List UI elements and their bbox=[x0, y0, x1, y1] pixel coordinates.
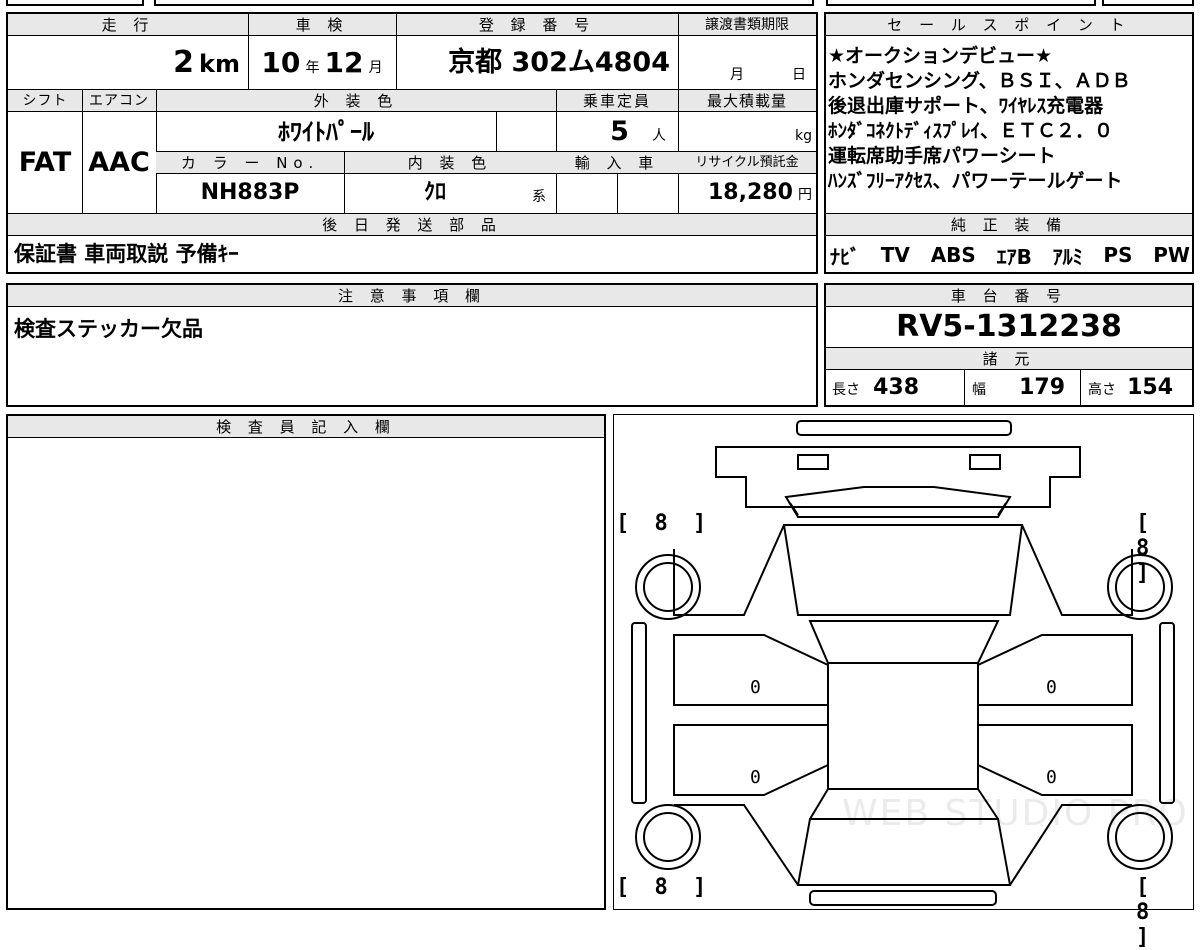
aircon-value: AAC bbox=[88, 147, 150, 178]
registration-number: 京都 302ム4804 bbox=[448, 47, 670, 78]
header-color-no: カ ラ ー No. bbox=[156, 152, 344, 174]
header-registration: 登 録 番 号 bbox=[396, 14, 678, 36]
header-recycle: リサイクル預託金 bbox=[678, 152, 816, 174]
equipment-list: ﾅﾋﾞ TV ABS ｴｱB ｱﾙﾐ PS PW bbox=[830, 238, 1190, 272]
transfer-deadline-value: 月 日 bbox=[730, 67, 806, 83]
spec-length: 長さ 438 bbox=[832, 375, 920, 400]
shift-value: FAT bbox=[18, 147, 72, 178]
header-mileage: 走 行 bbox=[8, 14, 248, 36]
sales-point: 運転席助手席パワーシート bbox=[828, 145, 1056, 167]
spec-height: 高さ 154 bbox=[1088, 375, 1174, 400]
header-specs: 諸 元 bbox=[826, 348, 1192, 370]
capacity-value: 5 人 bbox=[610, 116, 666, 147]
car-diagram-box: [ 8 ] [ 8 ] [ 8 ] [ 8 ] 0 0 0 0 WEB STUD… bbox=[613, 414, 1194, 950]
header-sales-points: セ ー ル ス ポ イ ン ト bbox=[826, 14, 1192, 36]
tire-rear-left-grade: [ 8 ] bbox=[616, 875, 713, 900]
color-no-value: NH883P bbox=[200, 180, 300, 205]
top-strip bbox=[6, 0, 1194, 7]
sales-point: ★オークションデビュー★ bbox=[828, 45, 1053, 67]
recycle-value: 18,280 円 bbox=[708, 180, 812, 205]
inspector-box: 検 査 員 記 入 欄 bbox=[6, 414, 606, 910]
notes-text: 検査ステッカー欠品 bbox=[14, 317, 203, 341]
header-inspection: 車 検 bbox=[248, 14, 396, 36]
header-notes: 注 意 事 項 欄 bbox=[8, 285, 816, 307]
chassis-box: 車 台 番 号 RV5-1312238 諸 元 長さ 438 幅 179 高さ … bbox=[824, 283, 1194, 407]
header-chassis-no: 車 台 番 号 bbox=[826, 285, 1192, 307]
equipment-item: ABS bbox=[930, 243, 976, 267]
header-max-load: 最大積載量 bbox=[678, 90, 816, 112]
notes-box: 注 意 事 項 欄 検査ステッカー欠品 bbox=[6, 283, 818, 407]
watermark: WEB STUDIO PRO bbox=[842, 793, 1189, 834]
door-rear-left-mark: 0 bbox=[750, 767, 761, 788]
spec-width: 幅 179 bbox=[972, 375, 1066, 400]
header-shift: シフト bbox=[8, 90, 82, 112]
header-genuine-equipment: 純 正 装 備 bbox=[826, 214, 1192, 236]
tire-front-right-grade: [ 8 ] bbox=[1136, 511, 1156, 586]
sales-point: ﾎﾝﾀﾞｺﾈｸﾄﾃﾞｨｽﾌﾟﾚｲ、ＥＴＣ２．０ bbox=[828, 120, 1114, 142]
header-later-parts: 後 日 発 送 部 品 bbox=[8, 214, 816, 236]
equipment-item: PW bbox=[1153, 243, 1190, 267]
sales-point: 後退出庫サポート、ﾜｲﾔﾚｽ充電器 bbox=[828, 95, 1104, 117]
exterior-color-value: ﾎﾜｲﾄﾊﾟｰﾙ bbox=[278, 118, 374, 146]
inspection-date: 10 年 12 月 bbox=[261, 46, 383, 79]
door-front-right-mark: 0 bbox=[1046, 677, 1057, 698]
chassis-number: RV5-1312238 bbox=[896, 309, 1122, 344]
equipment-item: ｱﾙﾐ bbox=[1052, 244, 1083, 269]
equipment-item: ﾅﾋﾞ bbox=[830, 244, 860, 269]
equipment-item: ｴｱB bbox=[996, 244, 1032, 269]
sales-point: ﾊﾝｽﾞﾌﾘｰｱｸｾｽ、パワーテールゲート bbox=[828, 170, 1123, 192]
sales-points-box: セ ー ル ス ポ イ ン ト ★オークションデビュー★ ホンダセンシング、ＢＳ… bbox=[824, 12, 1194, 274]
later-parts-value: 保証書 車両取説 予備ｷｰ bbox=[14, 242, 239, 266]
header-inspector: 検 査 員 記 入 欄 bbox=[8, 416, 604, 438]
max-load-value: kg bbox=[795, 128, 812, 144]
tire-front-left-grade: [ 8 ] bbox=[616, 511, 713, 536]
car-diagram bbox=[631, 420, 1175, 906]
equipment-item: PS bbox=[1103, 243, 1133, 267]
tire-rear-right-grade: [ 8 ] bbox=[1136, 875, 1156, 950]
header-interior-color: 内 装 色 bbox=[344, 152, 556, 174]
door-rear-right-mark: 0 bbox=[1046, 767, 1057, 788]
mileage-value: 2 km bbox=[173, 45, 240, 80]
sales-points-list: ★オークションデビュー★ ホンダセンシング、ＢＳＩ、ＡＤＢ 後退出庫サポート、ﾜ… bbox=[828, 44, 1190, 194]
header-aircon: エアコン bbox=[82, 90, 156, 112]
door-front-left-mark: 0 bbox=[750, 677, 761, 698]
header-import: 輸 入 車 bbox=[556, 152, 678, 174]
interior-color-value: ｸﾛ 系 bbox=[424, 180, 546, 205]
header-exterior-color: 外 装 色 bbox=[156, 90, 556, 112]
header-capacity: 乗車定員 bbox=[556, 90, 678, 112]
vehicle-info-table: 走 行 車 検 登 録 番 号 譲渡書類期限 2 km 10 年 12 月 京都… bbox=[6, 12, 818, 274]
equipment-item: TV bbox=[880, 243, 910, 267]
header-transfer-deadline: 譲渡書類期限 bbox=[678, 14, 816, 36]
sales-point: ホンダセンシング、ＢＳＩ、ＡＤＢ bbox=[828, 70, 1131, 92]
